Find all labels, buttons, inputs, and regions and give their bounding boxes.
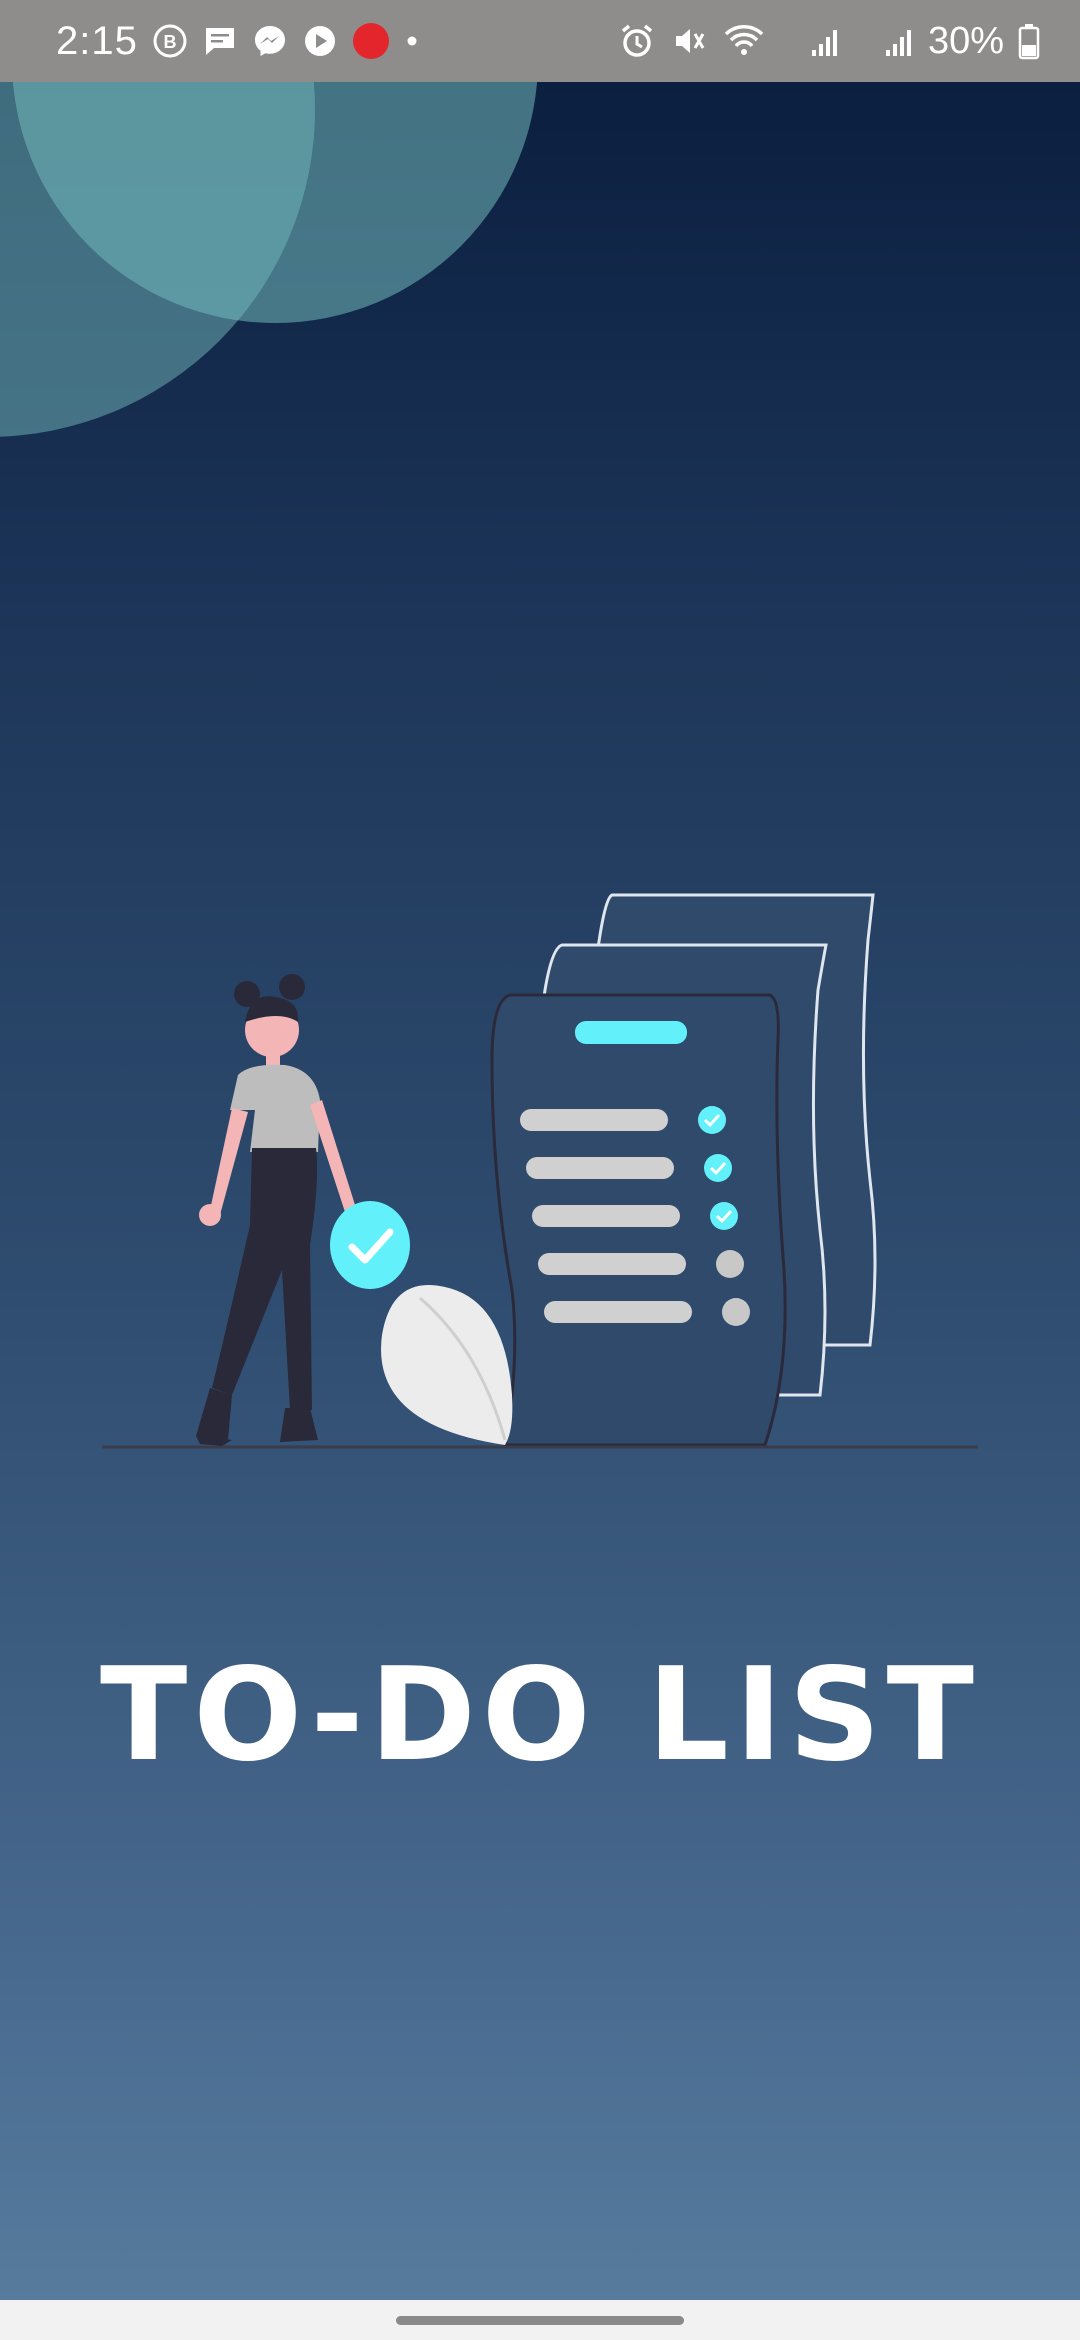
status-bar-right: 30%: [618, 20, 1040, 63]
status-bar-left: 2:15 B: [56, 19, 420, 64]
checked-icon: [698, 1106, 726, 1134]
dot-icon: [404, 33, 420, 49]
alarm-icon: [618, 22, 656, 60]
battery-icon: [1018, 22, 1040, 60]
message-icon: [202, 23, 238, 59]
mute-icon: [670, 22, 708, 60]
svg-text:B: B: [163, 32, 176, 52]
woman-figure: [196, 974, 356, 1446]
checked-icon: [704, 1154, 732, 1182]
play-icon: [302, 23, 338, 59]
checklist-row-bar: [544, 1301, 692, 1323]
signal-lte2-icon: [854, 22, 914, 60]
app-title: TO-DO LIST: [100, 1641, 980, 1790]
checklist-page: [490, 993, 787, 1447]
splash-screen: TO-DO LIST: [0, 82, 1080, 2300]
status-bar: 2:15 B 30%: [0, 0, 1080, 82]
checklist-row-bar: [520, 1109, 668, 1131]
battery-percent: 30%: [927, 19, 1004, 62]
page-header-bar: [575, 1021, 687, 1044]
wifi-icon: [722, 22, 766, 60]
checklist-row-bar: [526, 1157, 674, 1179]
unchecked-icon: [716, 1250, 744, 1278]
home-indicator[interactable]: [396, 2315, 684, 2325]
leaf-icon: [381, 1285, 513, 1445]
status-time: 2:15: [56, 18, 138, 63]
checklist-row-bar: [532, 1205, 680, 1227]
todo-illustration: [102, 893, 978, 1449]
check-badge-icon: [330, 1201, 410, 1289]
b-chat-icon: B: [152, 23, 188, 59]
navigation-bar: [0, 2300, 1080, 2340]
checklist-row-bar: [538, 1253, 686, 1275]
messenger-icon: [252, 23, 288, 59]
checked-icon: [710, 1202, 738, 1230]
unchecked-icon: [722, 1298, 750, 1326]
jio-icon: [352, 22, 390, 60]
signal-lte1-icon: [780, 22, 840, 60]
